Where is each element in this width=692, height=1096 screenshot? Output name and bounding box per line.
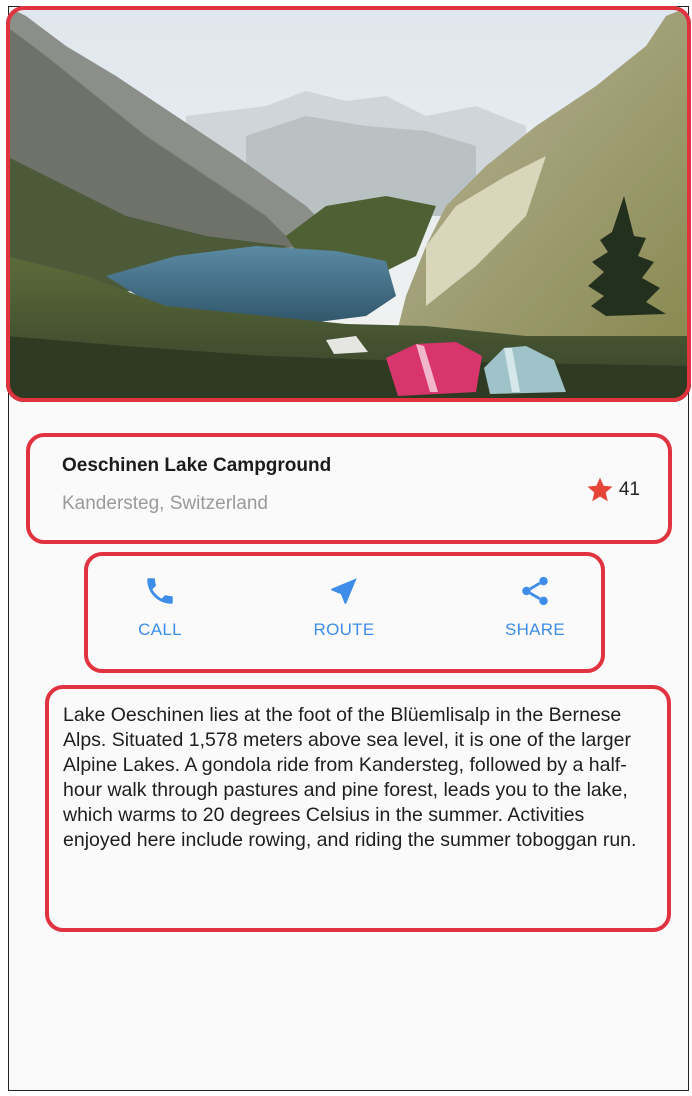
description-text: Lake Oeschinen lies at the foot of the B… [63,704,637,851]
share-label: SHARE [504,620,566,639]
rating[interactable]: 41 [585,475,640,505]
navigation-arrow-icon [331,578,357,604]
place-name: Oeschinen Lake Campground [62,455,332,476]
route-label: ROUTE [313,620,375,639]
description-section: Lake Oeschinen lies at the foot of the B… [45,685,671,932]
call-label: CALL [138,620,182,639]
star-icon[interactable] [585,475,615,505]
phone-icon [147,578,173,604]
header-image-highlight [6,6,691,402]
title-section: Oeschinen Lake Campground Kandersteg, Sw… [26,433,672,544]
share-button[interactable]: SHARE [475,574,595,640]
route-button[interactable]: ROUTE [284,574,404,640]
action-buttons-row: CALL ROUTE SHARE [84,552,605,673]
call-button[interactable]: CALL [100,574,220,640]
share-icon [522,576,548,606]
place-location: Kandersteg, Switzerland [62,493,268,514]
title-text-block: Oeschinen Lake Campground Kandersteg, Sw… [62,455,331,515]
rating-count: 41 [618,479,640,500]
